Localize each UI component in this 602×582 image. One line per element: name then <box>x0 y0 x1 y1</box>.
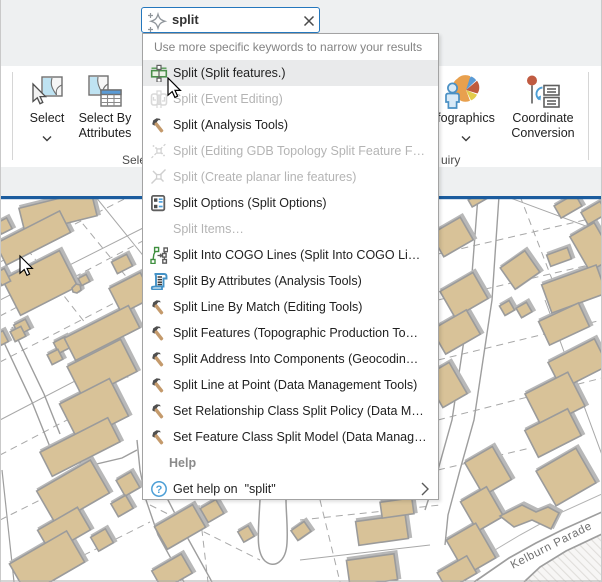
svg-text:?: ? <box>156 484 163 496</box>
